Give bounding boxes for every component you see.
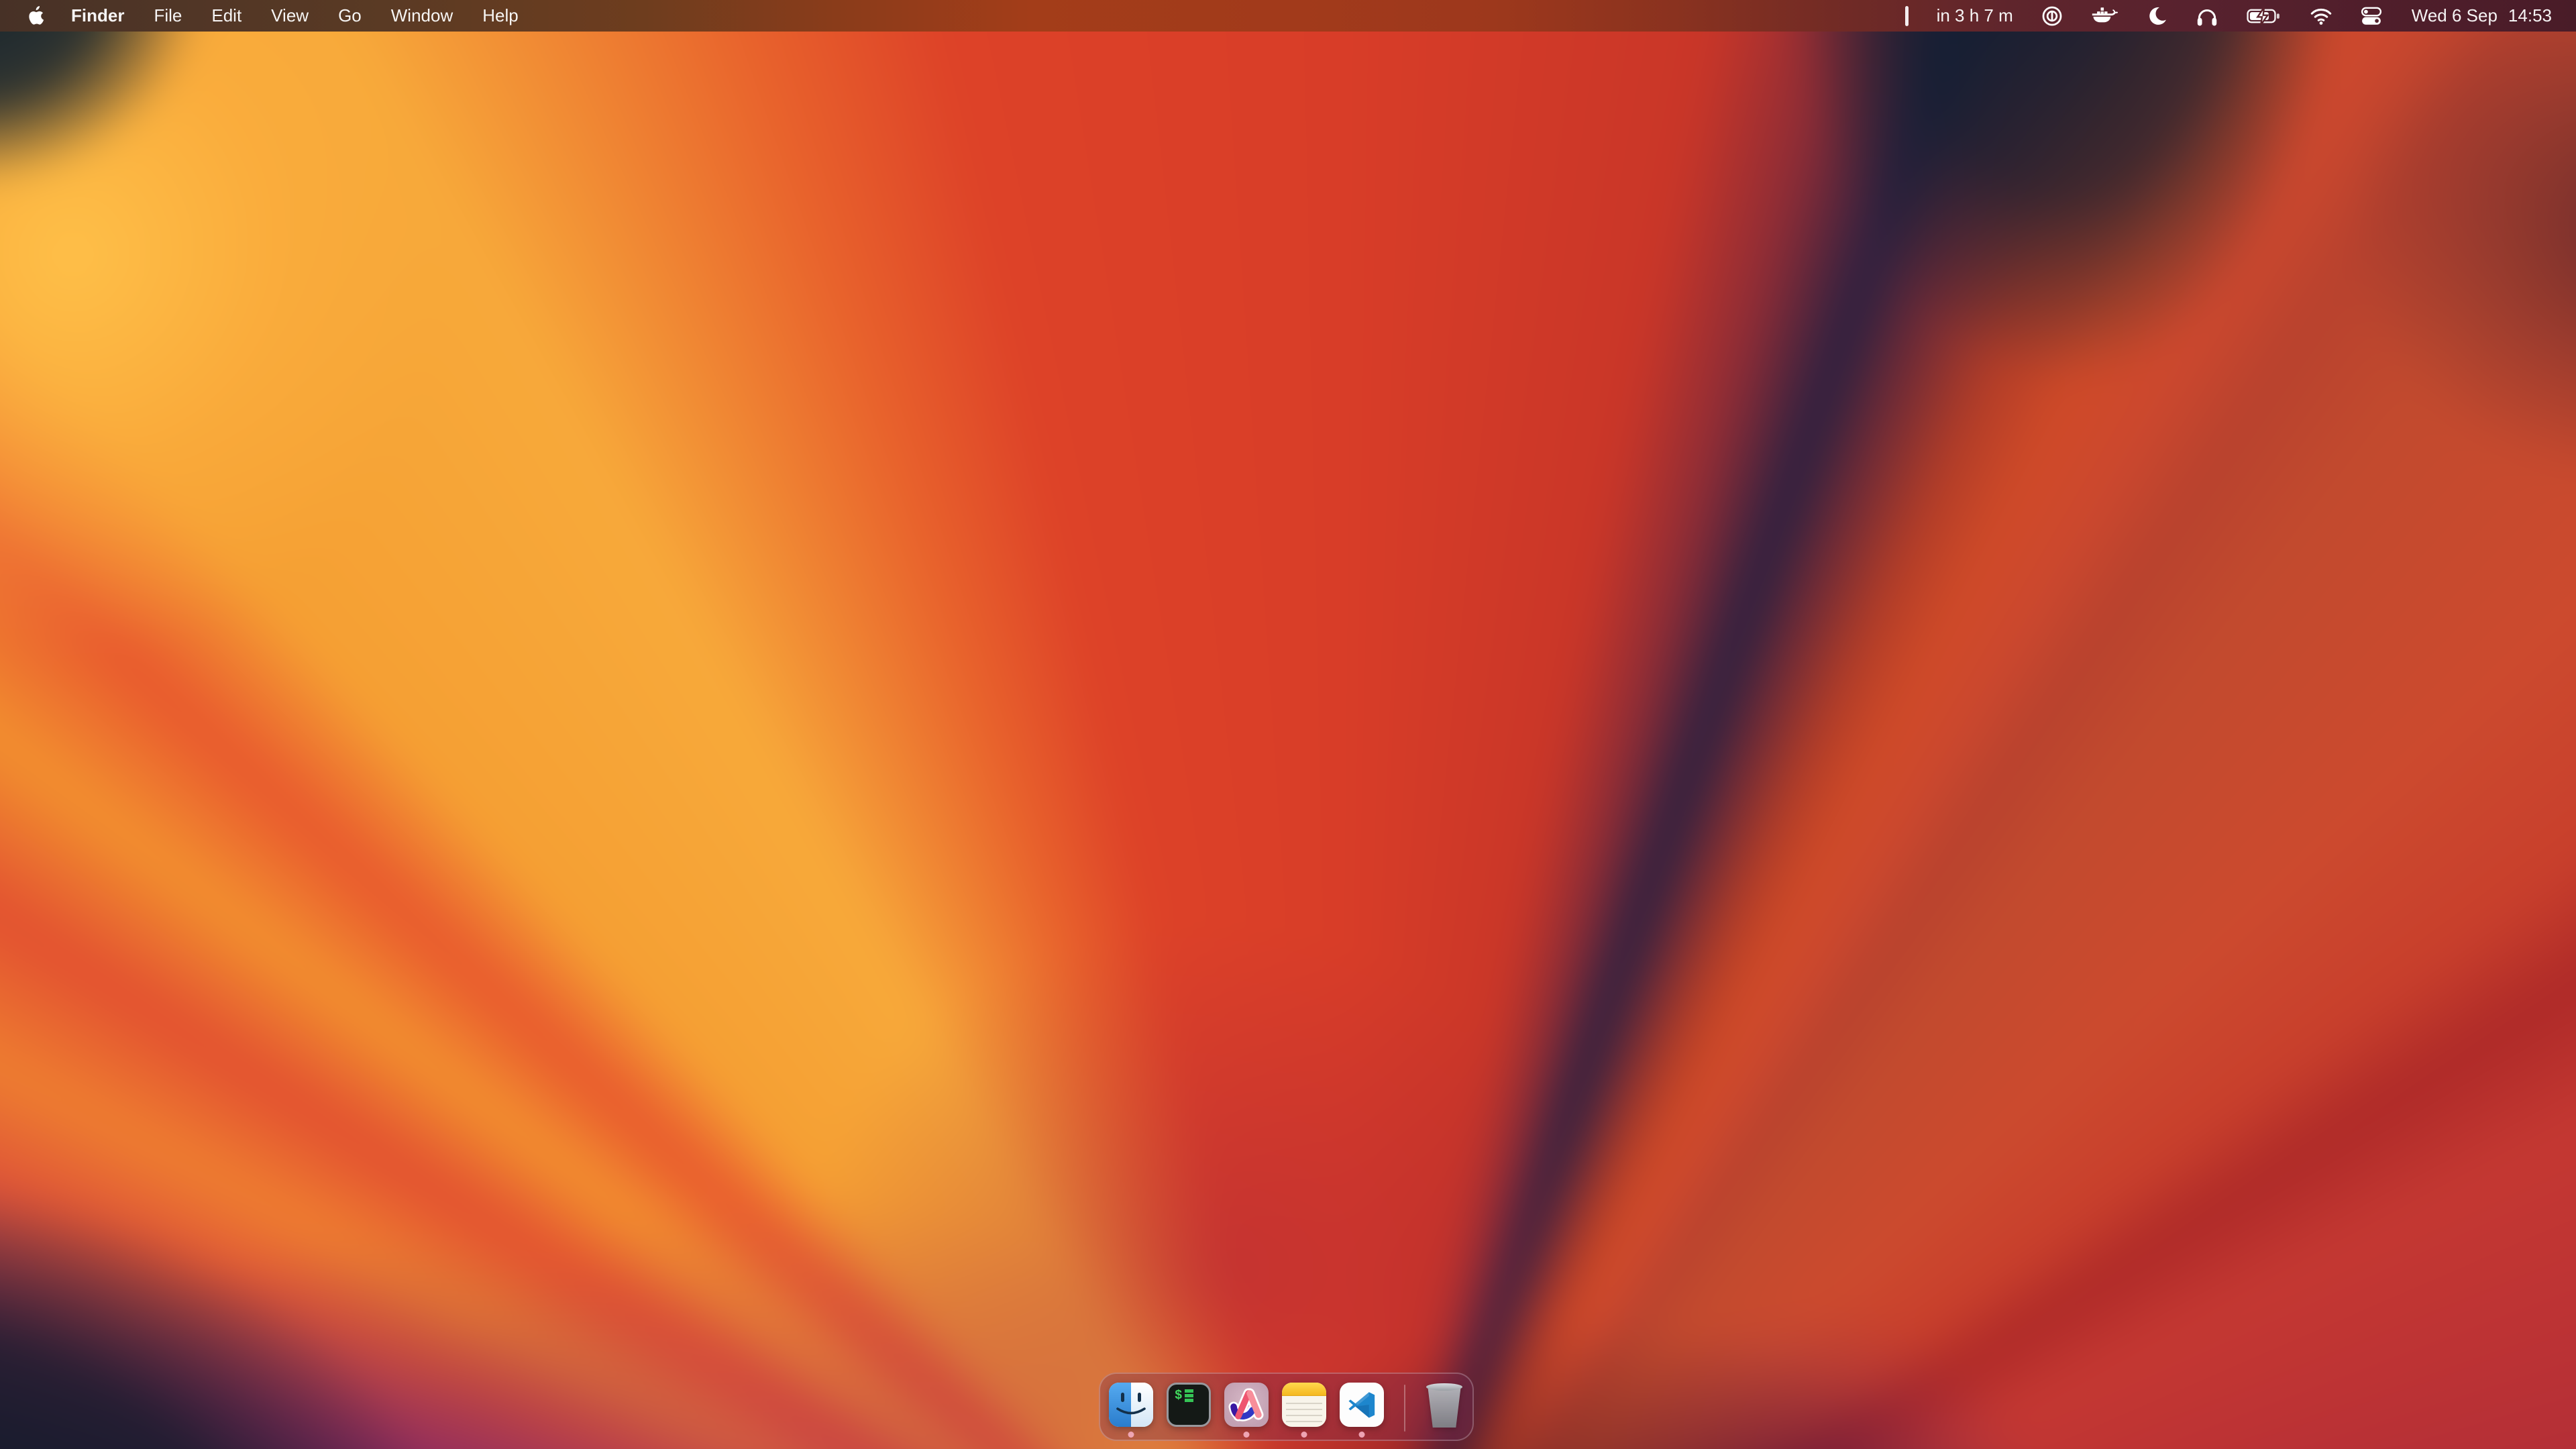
dock: $ [1099, 1373, 1474, 1441]
wifi-icon[interactable] [2310, 7, 2332, 25]
dock-item-vscode[interactable] [1340, 1383, 1384, 1427]
dock-item-trash[interactable] [1425, 1383, 1464, 1427]
menu-date: Wed 6 Sep [2412, 5, 2498, 26]
menu-go[interactable]: Go [338, 5, 362, 26]
menu-bar-left: Finder File Edit View Go Window Help [0, 0, 548, 32]
arc-browser-icon [1224, 1383, 1269, 1427]
control-center-icon[interactable] [2361, 5, 2382, 27]
menu-file[interactable]: File [154, 5, 182, 26]
menu-view[interactable]: View [271, 5, 309, 26]
dock-item-terminal[interactable]: $ [1167, 1383, 1211, 1427]
notes-header-band [1282, 1383, 1326, 1396]
desktop: Finder File Edit View Go Window Help in … [0, 0, 2576, 1449]
menu-app-name[interactable]: Finder [71, 5, 124, 26]
battery-charging-icon[interactable] [2247, 7, 2282, 25]
menu-bar: Finder File Edit View Go Window Help in … [0, 0, 2576, 32]
timer-status-text[interactable]: in 3 h 7 m [1937, 5, 2013, 26]
dock-item-finder[interactable] [1109, 1383, 1153, 1427]
menu-bar-status: in 3 h 7 m [1905, 0, 2576, 32]
docker-icon[interactable] [2091, 6, 2118, 26]
trash-icon [1425, 1383, 1464, 1429]
terminal-prompt: $ [1175, 1389, 1182, 1402]
menu-time: 14:53 [2508, 5, 2552, 26]
wallpaper-ventura [0, 0, 2576, 1449]
focus-moon-icon[interactable] [2146, 5, 2167, 27]
vscode-icon [1340, 1383, 1384, 1427]
dock-item-arc[interactable] [1224, 1383, 1269, 1427]
menu-help[interactable]: Help [482, 5, 518, 26]
running-indicator [1359, 1432, 1365, 1438]
notes-icon [1282, 1383, 1326, 1427]
apple-menu-icon[interactable] [28, 6, 44, 25]
menu-edit[interactable]: Edit [211, 5, 241, 26]
running-indicator [1128, 1432, 1134, 1438]
finder-icon [1109, 1383, 1153, 1427]
headphones-icon[interactable] [2196, 5, 2218, 27]
terminal-cursor-block [1185, 1389, 1193, 1403]
dock-separator [1404, 1385, 1405, 1432]
dock-item-notes[interactable] [1282, 1383, 1326, 1427]
running-indicator [1301, 1432, 1307, 1438]
menu-window[interactable]: Window [391, 5, 453, 26]
text-cursor-icon[interactable] [1905, 6, 1909, 26]
terminal-icon: $ [1167, 1383, 1211, 1427]
running-indicator [1244, 1432, 1250, 1438]
menu-clock[interactable]: Wed 6 Sep 14:53 [2412, 5, 2552, 26]
notes-ruled-lines [1286, 1403, 1322, 1427]
1password-icon[interactable] [2041, 5, 2063, 27]
